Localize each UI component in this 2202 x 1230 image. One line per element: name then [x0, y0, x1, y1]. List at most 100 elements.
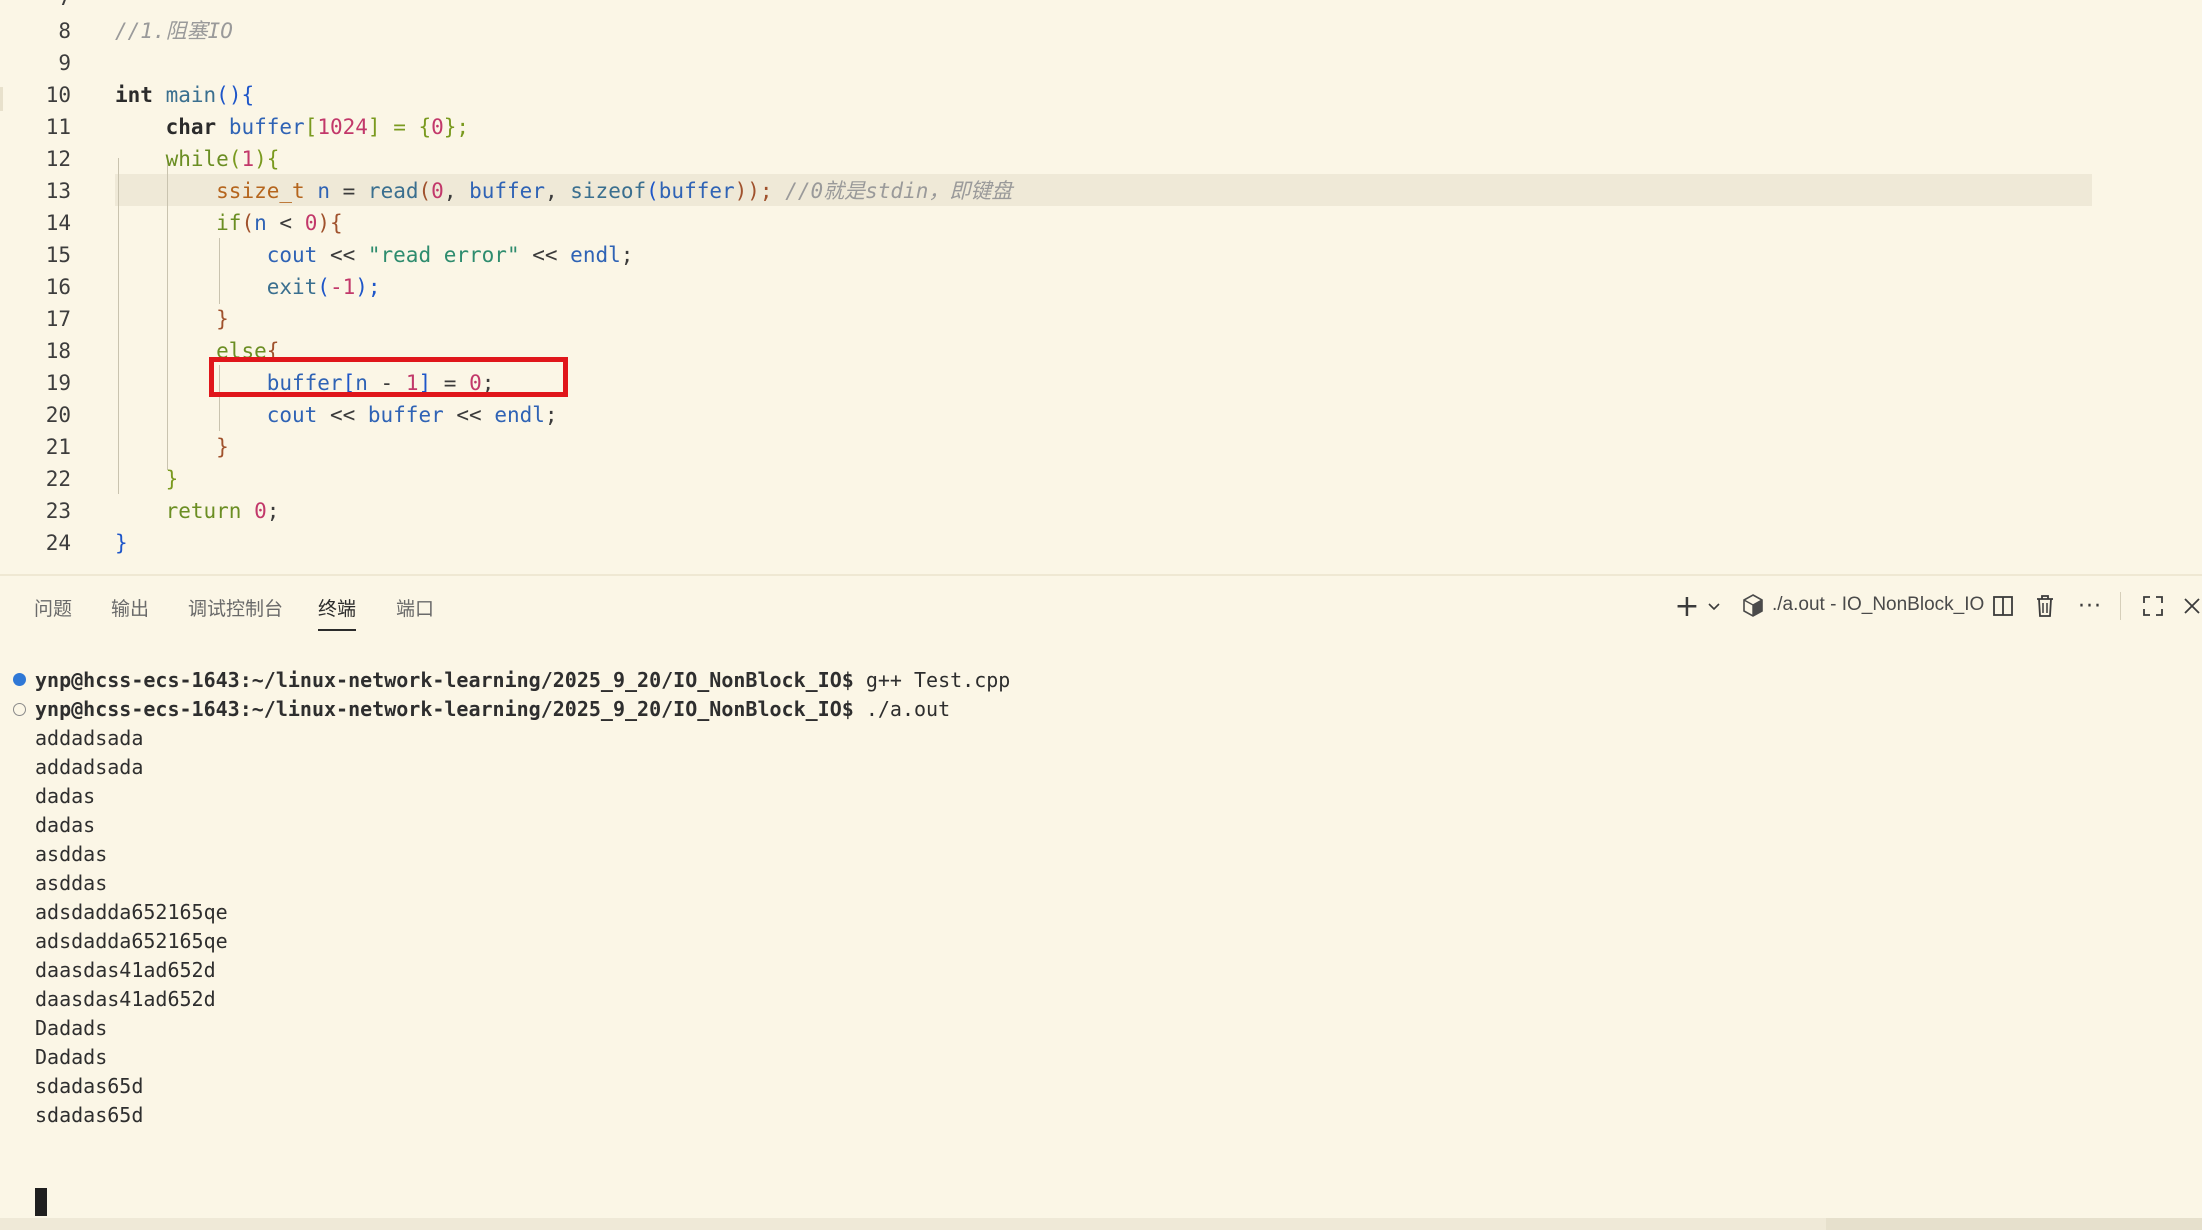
line-number: 23 — [45, 499, 71, 523]
close-icon[interactable] — [2182, 590, 2202, 622]
punctuation: ; — [544, 403, 558, 427]
punctuation: ] = { — [367, 115, 432, 139]
line-number: 10 — [45, 83, 71, 107]
code-line: 10 int main(){ — [0, 79, 2202, 111]
terminal-output-line: daasdas41ad652d — [35, 958, 216, 982]
line-number: 17 — [45, 307, 71, 331]
punctuation: ; — [620, 243, 634, 267]
terminal-shell-icon — [1740, 590, 1766, 622]
punctuation: ); — [355, 275, 381, 299]
terminal-instance-label[interactable]: ./a.out - IO_NonBlock_IO — [1772, 594, 1984, 616]
keyword: int — [115, 83, 153, 107]
terminal-output-line: adsdadda652165qe — [35, 900, 228, 924]
number: -1 — [329, 275, 356, 299]
terminal-cursor — [35, 1188, 47, 1216]
code-line: 22 } — [0, 463, 2202, 495]
punctuation: ){ — [254, 147, 280, 171]
string-literal: "read error" — [367, 243, 520, 267]
maximize-icon[interactable] — [2138, 590, 2168, 622]
terminal-output-line: dadas — [35, 784, 96, 808]
code-line: 17 } — [0, 303, 2202, 335]
punctuation: ( — [646, 179, 659, 203]
code-line: 8 //1.阻塞IO — [0, 15, 2202, 47]
number: 1024 — [317, 115, 368, 139]
keyword: if — [216, 211, 242, 235]
variable: n — [317, 179, 330, 203]
variable: cout — [266, 403, 318, 427]
keyword: char — [165, 115, 217, 139]
operator: << — [317, 243, 368, 267]
terminal-output-line: daasdas41ad652d — [35, 987, 216, 1011]
punctuation: } — [216, 435, 229, 459]
tab-debug-console[interactable]: 调试控制台 — [188, 594, 283, 621]
punctuation: (){ — [216, 83, 255, 107]
line-number: 13 — [45, 179, 71, 203]
more-icon[interactable]: ··· — [2074, 590, 2106, 622]
command-success-icon[interactable] — [13, 673, 26, 686]
line-number: 22 — [45, 467, 71, 491]
terminal-output-line: asddas — [35, 871, 108, 895]
punctuation: ( — [317, 275, 330, 299]
punctuation: [ — [304, 115, 318, 139]
terminal-output-line: addadsada — [35, 726, 144, 750]
code-line: 21 } — [0, 431, 2202, 463]
tab-terminal[interactable]: 终端 — [318, 594, 357, 631]
terminal-output-line: Dadads — [35, 1016, 108, 1040]
terminal-command-line: ynp@hcss-ecs-1643:~/linux-network-learni… — [35, 695, 950, 724]
plus-icon[interactable]: + — [1672, 589, 1702, 624]
punctuation: )); — [734, 179, 773, 203]
line-number: 8 — [58, 19, 71, 43]
red-annotation-box — [209, 357, 568, 397]
line-number: 24 — [45, 531, 71, 555]
punctuation: ; — [266, 499, 280, 523]
punctuation: ){ — [317, 211, 343, 235]
function-name: read — [367, 179, 419, 203]
operator: < — [266, 211, 305, 235]
punctuation: , — [544, 179, 571, 203]
terminal-output-line: Dadads — [35, 1045, 108, 1069]
panel-header: 问题 输出 调试控制台 终端 端口 + ./a.out - IO_NonBloc… — [0, 576, 2202, 636]
terminal-output-line: asddas — [35, 842, 108, 866]
number: 0 — [254, 499, 267, 523]
code-line: 24 } — [0, 527, 2202, 559]
punctuation: ( — [241, 211, 255, 235]
split-terminal-icon[interactable] — [1990, 590, 2016, 622]
operator: << — [519, 243, 571, 267]
number: 0 — [304, 211, 318, 235]
punctuation: , — [443, 179, 470, 203]
command-running-icon[interactable] — [13, 703, 26, 716]
code-line: 13 ssize_t n = read(0, buffer, sizeof(bu… — [0, 175, 2202, 207]
terminal-prompt: ynp@hcss-ecs-1643:~/linux-network-learni… — [35, 697, 854, 721]
number: 0 — [431, 115, 444, 139]
code-editor[interactable]: 7 8 //1.阻塞IO 9 10 int main(){ 11 char bu… — [0, 0, 2202, 574]
variable: buffer — [469, 179, 545, 203]
line-number: 18 — [45, 339, 71, 363]
trash-icon[interactable] — [2032, 590, 2058, 622]
number: 1 — [241, 147, 255, 171]
tab-ports[interactable]: 端口 — [396, 594, 434, 621]
terminal-output-line: adsdadda652165qe — [35, 929, 228, 953]
punctuation: ( — [418, 179, 432, 203]
tab-output[interactable]: 输出 — [111, 594, 149, 621]
variable: endl — [570, 243, 621, 267]
keyword: while — [165, 147, 229, 171]
number: 0 — [431, 179, 444, 203]
type-name: ssize_t — [216, 179, 305, 203]
line-number: 9 — [58, 51, 71, 75]
variable: cout — [266, 243, 318, 267]
comment: //1.阻塞IO — [115, 19, 233, 43]
terminal-output-line: sdadas65d — [35, 1103, 144, 1127]
comment: //0就是stdin，即键盘 — [772, 179, 1013, 203]
line-number: 14 — [45, 211, 71, 235]
separator — [2120, 592, 2121, 620]
tab-problems[interactable]: 问题 — [34, 594, 72, 621]
punctuation: } — [216, 307, 229, 331]
operator: << — [443, 403, 495, 427]
chevron-down-icon[interactable] — [1704, 590, 1724, 622]
status-bar-items[interactable] — [1826, 1218, 2202, 1230]
line-number: 21 — [45, 435, 71, 459]
terminal-output-line: dadas — [35, 813, 96, 837]
function-name: sizeof — [570, 179, 647, 203]
terminal[interactable]: ynp@hcss-ecs-1643:~/linux-network-learni… — [0, 640, 2202, 1220]
terminal-command: ./a.out — [853, 697, 951, 721]
